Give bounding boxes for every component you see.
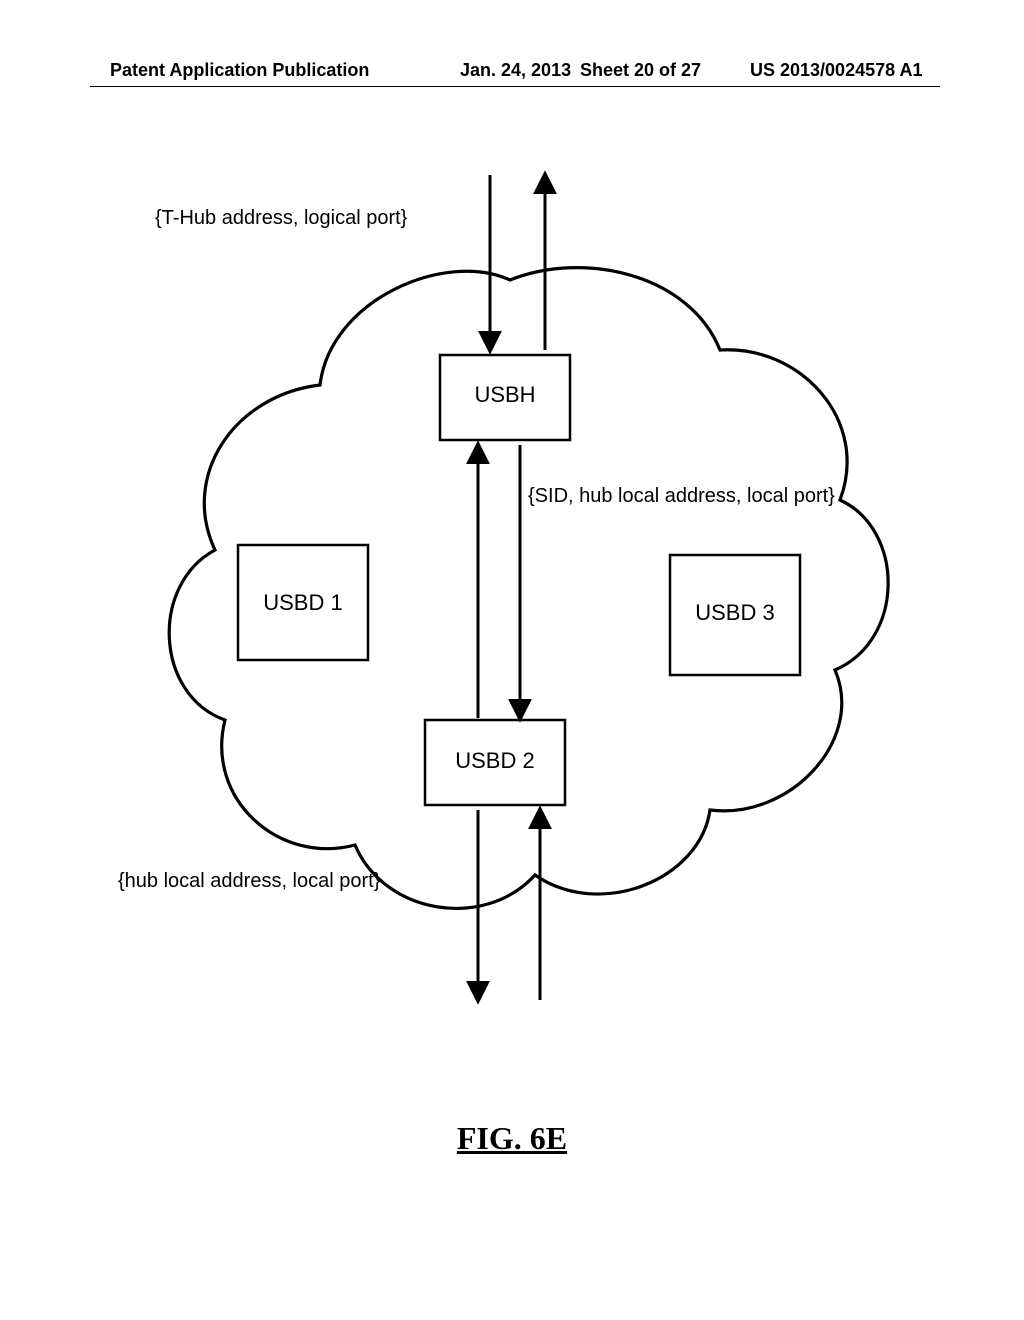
label-usbd1: USBD 1 xyxy=(238,590,368,616)
label-bottom: {hub local address, local port} xyxy=(118,870,380,893)
label-usbh: USBH xyxy=(440,382,570,408)
label-top: {T-Hub address, logical port} xyxy=(155,207,407,230)
figure-caption: FIG. 6E xyxy=(0,1120,1024,1157)
label-usbd2: USBD 2 xyxy=(425,748,565,774)
label-mid: {SID, hub local address, local port} xyxy=(528,485,835,508)
label-usbd3: USBD 3 xyxy=(670,600,800,626)
